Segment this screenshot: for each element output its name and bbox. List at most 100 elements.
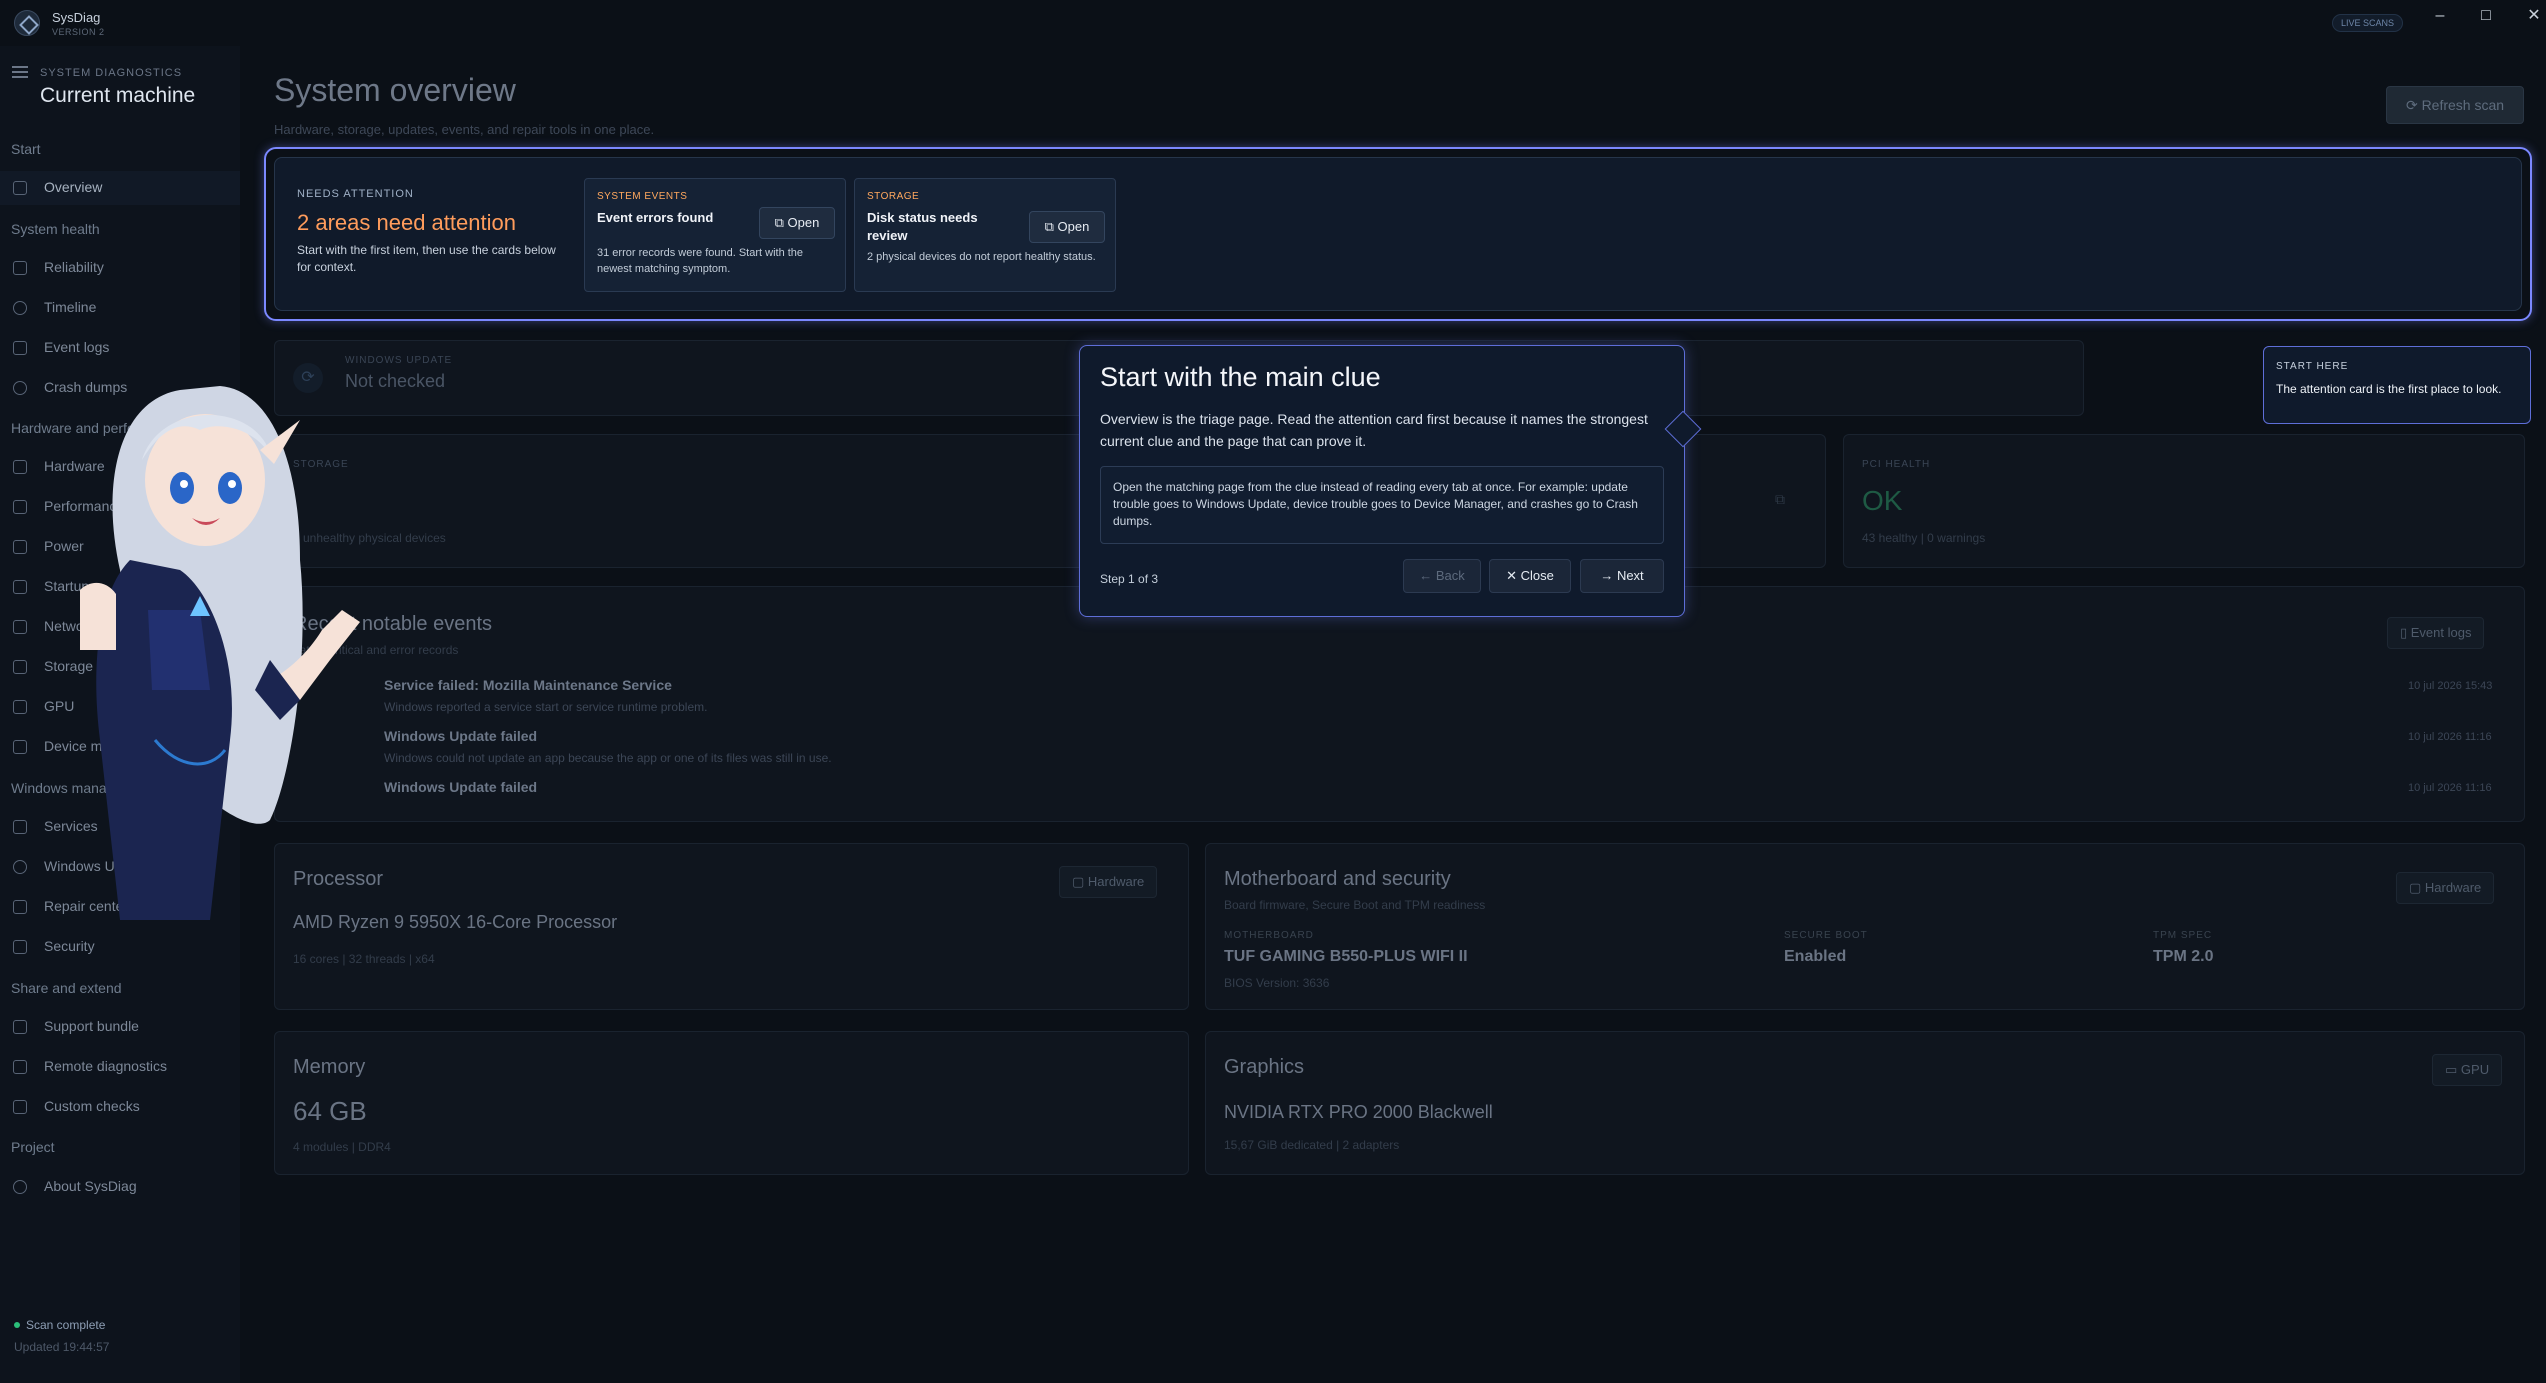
attention-card-title: Disk status needs review — [867, 210, 978, 243]
event-title: Windows Update failed — [384, 779, 538, 795]
refresh-scan-label: Refresh scan — [2421, 97, 2505, 113]
hardware-label: Hardware — [2424, 880, 2482, 895]
tour-dialog: Start with the main clue Overview is the… — [1079, 345, 1685, 617]
hardware-label: Hardware — [1087, 874, 1145, 889]
chip-icon: ▢ — [2409, 880, 2425, 895]
sidebar-item-label: Timeline — [44, 299, 97, 315]
page-title: System overview — [274, 72, 516, 108]
sidebar-item-label: Security — [44, 938, 95, 954]
alert-icon — [13, 381, 27, 395]
sidebar-title: Current machine — [40, 84, 196, 107]
secure-boot-value: Enabled — [1784, 948, 1847, 965]
open-events-button[interactable]: ⧉ Open — [759, 207, 835, 239]
remote-icon — [13, 1060, 27, 1074]
puzzle-icon — [13, 1100, 27, 1114]
sidebar-section-system-health: System health — [11, 221, 100, 237]
chart-icon — [13, 261, 27, 275]
tool-icon — [13, 900, 27, 914]
wrench-icon — [13, 820, 27, 834]
sidebar-item-timeline[interactable]: Timeline — [0, 291, 240, 325]
app-window: SysDiag VERSION 2 LIVE SCANS – □ ✕ SYSTE… — [0, 0, 2546, 1383]
event-title: Windows Update failed — [384, 728, 538, 744]
bios-version: BIOS Version: 3636 — [1224, 976, 1330, 990]
chip-icon: ▢ — [1072, 874, 1088, 889]
app-name: SysDiag — [52, 10, 101, 25]
minimize-button[interactable]: – — [2428, 4, 2452, 28]
sidebar-item-support-bundle[interactable]: Support bundle — [0, 1010, 240, 1044]
sidebar-item-remote-diagnostics[interactable]: Remote diagnostics — [0, 1050, 240, 1084]
sidebar-eyebrow: SYSTEM DIAGNOSTICS — [40, 67, 183, 79]
tour-desc: Overview is the triage page. Read the at… — [1100, 411, 1648, 449]
tour-next-button[interactable]: → Next — [1580, 559, 1664, 593]
sidebar-section-start: Start — [11, 141, 41, 157]
open-storage-button[interactable]: ⧉ Open — [1029, 211, 1105, 243]
start-here-callout: START HERE The attention card is the fir… — [2263, 346, 2531, 424]
tour-close-button[interactable]: ✕ Close — [1489, 559, 1571, 593]
graphics-title: Graphics — [1224, 1056, 1305, 1078]
sidebar-item-label: Remote diagnostics — [44, 1058, 167, 1074]
sidebar-item-label: About SysDiag — [44, 1178, 137, 1194]
refresh-icon: ⟳ — [2405, 97, 2422, 113]
attention-highlight: NEEDS ATTENTION 2 areas need attention S… — [264, 147, 2532, 321]
scan-status: Scan complete — [14, 1318, 105, 1332]
secure-boot-label: SECURE BOOT — [1784, 930, 1868, 941]
disk-icon — [13, 660, 27, 674]
storage-link-icon[interactable]: ⧉ — [1775, 491, 1785, 508]
attention-card: NEEDS ATTENTION 2 areas need attention S… — [274, 157, 2522, 311]
event-date: 10 jul 2026 15:43 — [2408, 680, 2493, 692]
processor-hardware-button[interactable]: ▢ Hardware — [1059, 866, 1158, 898]
close-label: Close — [1520, 568, 1554, 583]
info-icon — [13, 1180, 27, 1194]
close-icon: ✕ — [1506, 568, 1521, 583]
attention-card-category: STORAGE — [867, 191, 920, 202]
mascot-illustration — [80, 386, 360, 920]
live-scans-badge: LIVE SCANS — [2332, 14, 2404, 32]
attention-card-storage: STORAGE Disk status needs review 2 physi… — [854, 178, 1116, 292]
app-version: VERSION 2 — [52, 27, 105, 37]
pci-eyebrow: PCI HEALTH — [1862, 459, 1931, 470]
attention-card-desc: 31 error records were found. Start with … — [597, 247, 804, 275]
sidebar-item-about[interactable]: About SysDiag — [0, 1170, 240, 1204]
motherboard-card: Motherboard and security Board firmware,… — [1205, 843, 2525, 1010]
package-icon — [13, 1020, 27, 1034]
close-window-button[interactable]: ✕ — [2522, 4, 2546, 28]
tpm-label: TPM SPEC — [2153, 930, 2213, 941]
tour-back-button[interactable]: ← Back — [1403, 559, 1481, 593]
arrow-right-icon: → — [1600, 568, 1617, 583]
app-logo-icon — [14, 10, 40, 36]
motherboard-hardware-button[interactable]: ▢ Hardware — [2396, 872, 2495, 904]
next-label: Next — [1616, 568, 1644, 583]
sidebar-item-custom-checks[interactable]: Custom checks — [0, 1090, 240, 1124]
sidebar-item-label: Support bundle — [44, 1018, 139, 1034]
sidebar-item-label: Event logs — [44, 339, 110, 355]
title-bar: SysDiag VERSION 2 LIVE SCANS – □ ✕ — [0, 0, 2546, 46]
attention-title: 2 areas need attention — [297, 210, 516, 235]
pci-health-card: PCI HEALTH OK 43 healthy | 0 warnings — [1843, 434, 2525, 568]
chip-icon — [13, 460, 27, 474]
sidebar-item-reliability[interactable]: Reliability — [0, 251, 240, 285]
tour-tip: Open the matching page from the clue ins… — [1100, 466, 1664, 544]
attention-card-title: Event errors found — [597, 210, 714, 225]
scan-status-text: Scan complete — [26, 1318, 106, 1332]
sidebar-item-label: Overview — [44, 179, 103, 195]
tour-step: Step 1 of 3 — [1100, 572, 1159, 586]
open-label: Open — [1057, 219, 1090, 234]
refresh-scan-button[interactable]: ⟳ Refresh scan — [2386, 86, 2524, 124]
document-icon: ▯ — [2400, 625, 2411, 640]
memory-title: Memory — [293, 1056, 366, 1078]
network-icon — [13, 620, 27, 634]
clock-icon — [13, 301, 27, 315]
pci-sub: 43 healthy | 0 warnings — [1862, 531, 1986, 545]
motherboard-title: Motherboard and security — [1224, 868, 1451, 890]
maximize-button[interactable]: □ — [2474, 4, 2498, 28]
graphics-gpu-button[interactable]: ▭ GPU — [2432, 1054, 2503, 1086]
lock-icon — [13, 940, 27, 954]
sidebar-item-overview[interactable]: Overview — [0, 171, 240, 205]
attention-card-events: SYSTEM EVENTS Event errors found 31 erro… — [584, 178, 846, 292]
attention-card-category: SYSTEM EVENTS — [597, 191, 688, 202]
sidebar-item-label: Custom checks — [44, 1098, 140, 1114]
event-logs-button[interactable]: ▯ Event logs — [2387, 617, 2485, 649]
log-icon — [13, 341, 27, 355]
menu-icon[interactable] — [12, 66, 28, 78]
graphics-value: NVIDIA RTX PRO 2000 Blackwell — [1224, 1102, 1493, 1122]
